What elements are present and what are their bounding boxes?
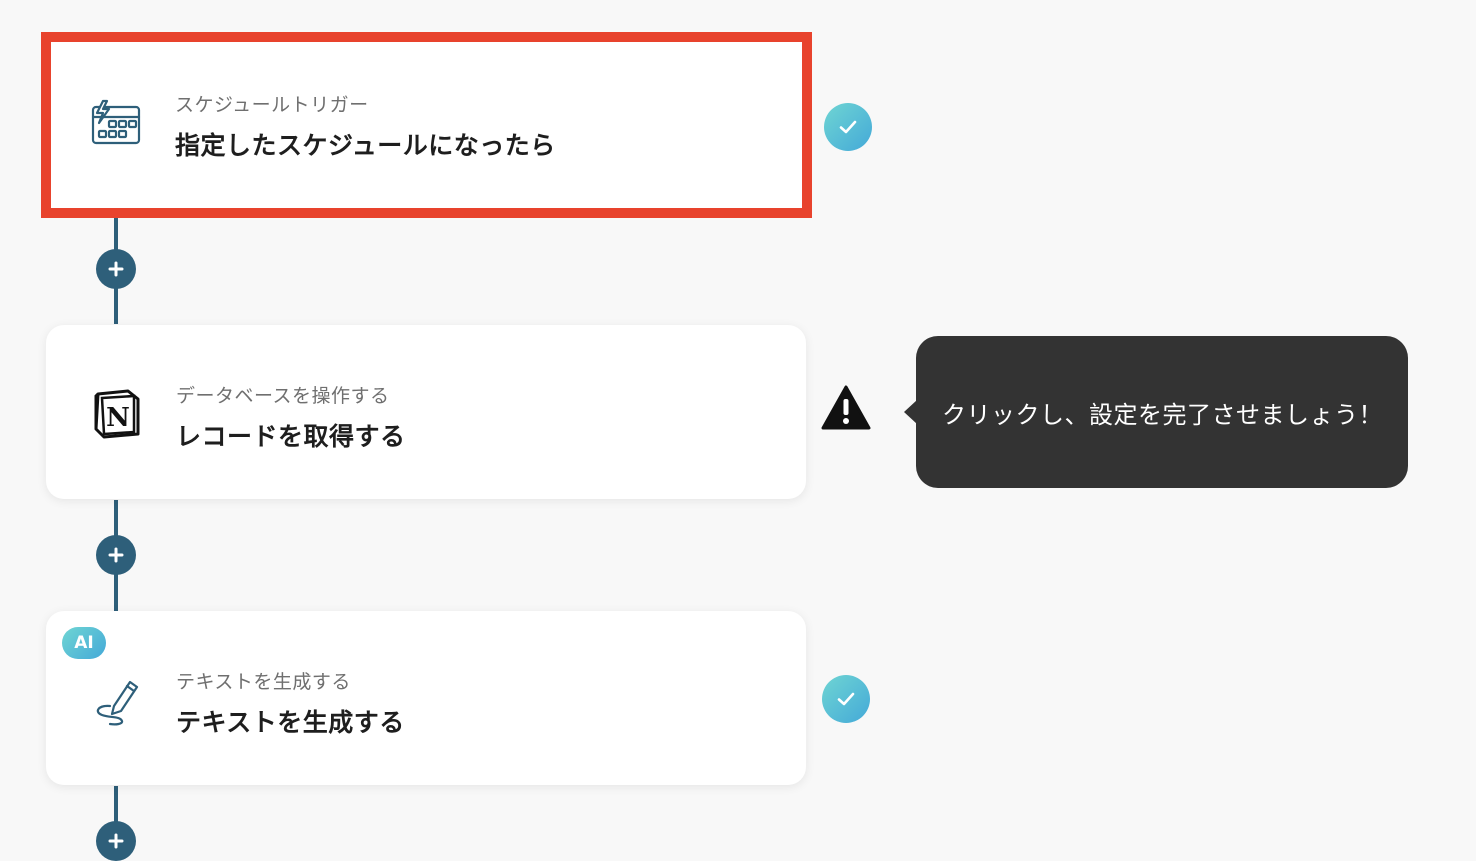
- step-card-notion-database[interactable]: N データベースを操作する レコードを取得する: [46, 325, 806, 499]
- tooltip-text: クリックし、設定を完了させましょう！: [942, 400, 1383, 429]
- ai-badge: AI: [62, 627, 106, 659]
- step-title: テキストを生成する: [176, 708, 405, 737]
- status-complete-badge: [824, 103, 872, 151]
- add-step-button[interactable]: [96, 821, 136, 861]
- step-type-label: スケジュールトリガー: [175, 94, 369, 116]
- step-card-schedule-trigger[interactable]: スケジュールトリガー 指定したスケジュールになったら: [41, 32, 812, 218]
- check-icon: [837, 692, 855, 706]
- plus-icon: [108, 547, 124, 563]
- step-title: 指定したスケジュールになったら: [175, 131, 556, 160]
- step-type-label: データベースを操作する: [176, 385, 390, 407]
- step-card-ai-text-generation[interactable]: AI テキストを生成する テキストを生成する: [46, 611, 806, 785]
- step-title: レコードを取得する: [176, 422, 406, 451]
- calendar-lightning-icon: [89, 95, 143, 149]
- step-type-label: テキストを生成する: [176, 671, 351, 693]
- notion-icon: N: [90, 386, 144, 440]
- add-step-button[interactable]: [96, 249, 136, 289]
- svg-text:N: N: [106, 403, 130, 433]
- plus-icon: [108, 261, 124, 277]
- warning-icon: [821, 385, 871, 431]
- pen-icon: [90, 672, 144, 726]
- check-icon: [839, 120, 857, 134]
- setup-hint-tooltip: クリックし、設定を完了させましょう！: [916, 336, 1408, 488]
- add-step-button[interactable]: [96, 535, 136, 575]
- status-complete-badge: [822, 675, 870, 723]
